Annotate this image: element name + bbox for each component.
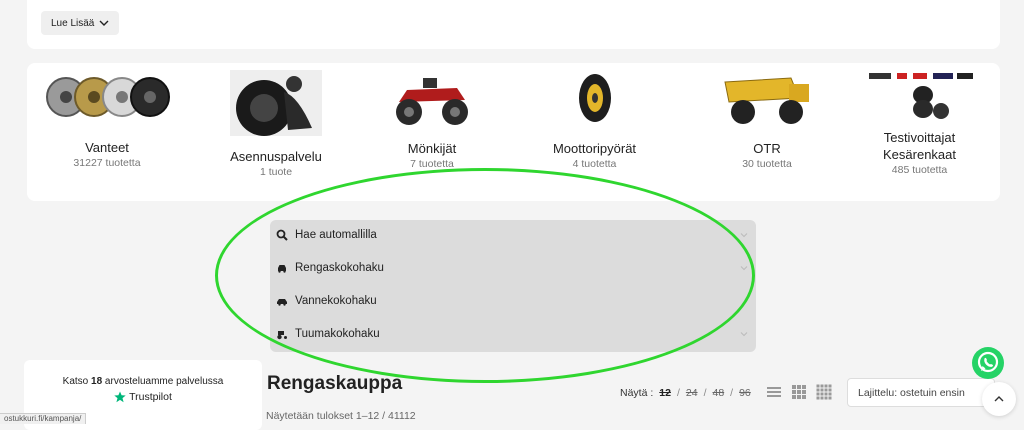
category-count: 7 tuotetta	[410, 158, 454, 170]
search-icon	[276, 229, 288, 241]
category-name: Mönkijät	[407, 141, 457, 156]
tire-search-accordion: Hae automallilla Rengaskokohaku Vannekok…	[270, 220, 756, 352]
category-name: OTR	[753, 141, 781, 156]
page-title: Rengaskauppa	[267, 373, 403, 394]
read-more-button[interactable]: Lue Lisää	[41, 11, 120, 35]
per-page-label: Näytä :	[620, 387, 654, 399]
status-bar-url: ostukkuri.fi/kampanja/	[0, 413, 87, 424]
category-name: Moottoripyörät	[552, 141, 637, 156]
whatsapp-icon	[977, 351, 999, 373]
chevron-down-icon	[740, 233, 748, 238]
mechanic-image	[230, 70, 322, 136]
sort-label: Lajittelu: ostetuin ensin	[858, 386, 965, 399]
chevron-down-icon	[740, 266, 748, 271]
grid-3-icon[interactable]	[791, 384, 807, 400]
rims-image	[46, 77, 170, 117]
sort-select[interactable]: Lajittelu: ostetuin ensin	[847, 378, 995, 407]
category-count: 30 tuotetta	[742, 158, 792, 170]
view-switcher	[766, 384, 832, 400]
tire-stack-image	[868, 73, 973, 119]
category-count: 1 tuote	[259, 166, 293, 178]
back-to-top-button[interactable]	[982, 382, 1016, 416]
accordion-label: Vannekokohaku	[295, 295, 377, 307]
category-item-asennuspalvelu[interactable]: Asennuspalvelu 1 tuote	[211, 68, 341, 179]
category-count: 485 tuotetta	[891, 164, 948, 176]
accordion-label: Rengaskokohaku	[295, 262, 384, 274]
trustpilot-brand: Trustpilot	[24, 391, 262, 403]
list-view-icon[interactable]	[766, 384, 782, 400]
car-icon	[278, 265, 286, 273]
star-icon	[114, 391, 126, 403]
accordion-item-rengaskokohaku[interactable]: Rengaskokohaku	[276, 253, 748, 283]
per-page-option[interactable]: 12	[659, 387, 671, 399]
category-item-testivoittajat[interactable]: Testivoittajat Kesärenkaat 485 tuotetta	[852, 71, 987, 177]
car-icon	[277, 299, 287, 306]
whatsapp-button[interactable]	[972, 347, 1004, 379]
category-name: Asennuspalvelu	[230, 149, 322, 164]
per-page-option[interactable]: 96	[739, 387, 751, 399]
category-item-moottoripyorat[interactable]: Moottoripyörät 4 tuotetta	[532, 68, 657, 171]
category-count: 31227 tuotetta	[73, 157, 141, 169]
accordion-item-vannekokohaku[interactable]: Vannekokohaku	[276, 286, 748, 316]
category-item-vanteet[interactable]: Vanteet 31227 tuotetta	[37, 73, 177, 170]
category-name: Testivoittajat Kesärenkaat	[883, 130, 956, 162]
category-item-monkijat[interactable]: Mönkijät 7 tuotetta	[372, 68, 492, 171]
grid-4-icon[interactable]	[816, 384, 832, 400]
dump-truck-image	[724, 77, 809, 124]
motorcycle-tire-image	[578, 74, 611, 122]
category-name: Vanteet	[85, 140, 129, 155]
accordion-item-tuumakokohaku[interactable]: Tuumakokohaku	[276, 319, 748, 349]
category-count: 4 tuotetta	[572, 158, 617, 170]
results-count: Näytetään tulokset 1–12 / 41112	[266, 410, 416, 422]
per-page-option[interactable]: 24	[686, 387, 698, 399]
category-item-otr[interactable]: OTR 30 tuotetta	[707, 68, 827, 171]
tractor-icon	[277, 331, 287, 340]
description-card: Lue Lisää	[27, 0, 1000, 49]
atv-image	[396, 78, 468, 125]
category-grid: Vanteet 31227 tuotetta Asennuspalvelu 1 …	[27, 63, 1000, 201]
per-page-selector: Näytä : 12 / 24 / 48 / 96	[620, 387, 751, 399]
review-count: 18	[91, 376, 103, 387]
read-more-label: Lue Lisää	[51, 17, 95, 29]
accordion-label: Tuumakokohaku	[295, 328, 380, 340]
chevron-down-icon	[99, 20, 109, 26]
chevron-down-icon	[740, 332, 748, 337]
chevron-up-icon	[994, 396, 1004, 402]
trustpilot-review-text: Katso 18 arvosteluamme palvelussa	[62, 376, 224, 387]
accordion-label: Hae automallilla	[295, 229, 377, 241]
accordion-item-hae-automallilla[interactable]: Hae automallilla	[276, 220, 748, 250]
per-page-option[interactable]: 48	[712, 387, 724, 399]
